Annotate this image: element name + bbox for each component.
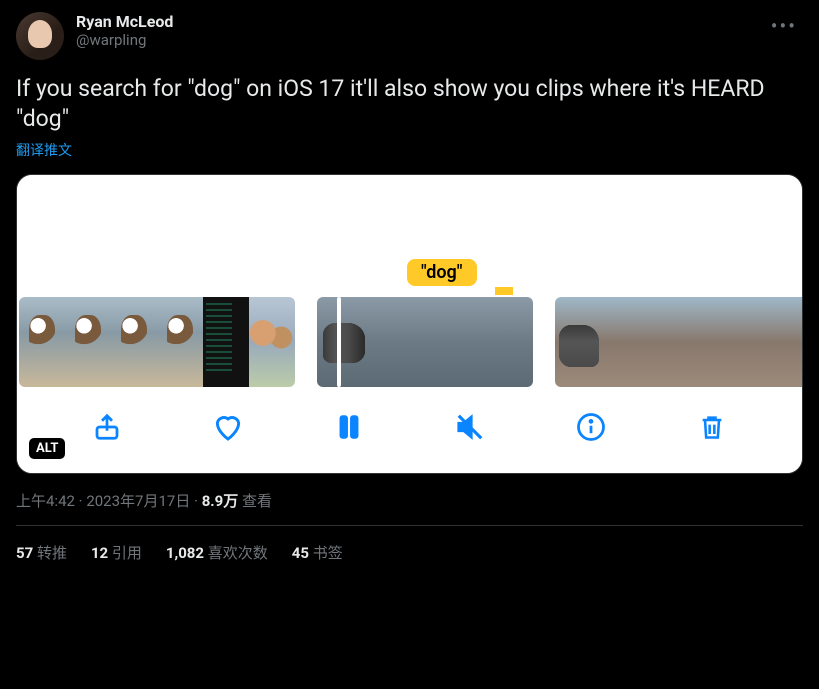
clip-thumbnail [65, 297, 111, 387]
clip-thumbnail [249, 297, 295, 387]
media-whitespace [17, 175, 802, 253]
audio-caption-tag: "dog" [407, 259, 477, 286]
tweet-container: Ryan McLeod @warpling ••• If you search … [0, 0, 819, 575]
likes-stat[interactable]: 1,082 喜欢次数 [166, 542, 268, 563]
avatar[interactable] [16, 12, 64, 60]
heart-icon[interactable] [210, 409, 246, 445]
clip-group-2[interactable] [317, 297, 533, 387]
tweet-timestamp[interactable]: 上午4:42 · 2023年7月17日 · 8.9万 查看 [16, 490, 803, 511]
more-options-icon[interactable]: ••• [771, 14, 797, 38]
share-icon[interactable] [89, 409, 125, 445]
caption-tag-area: "dog" [17, 253, 802, 297]
display-name: Ryan McLeod [76, 12, 803, 31]
clip-thumbnail [111, 297, 157, 387]
translate-link[interactable]: 翻译推文 [16, 140, 803, 160]
views-count: 8.9万 [202, 492, 239, 510]
trash-icon[interactable] [694, 409, 730, 445]
info-icon[interactable] [573, 409, 609, 445]
retweets-stat[interactable]: 57 转推 [16, 542, 67, 563]
clip-thumbnail [603, 297, 651, 387]
clip-thumbnail [203, 297, 249, 387]
tweet-text: If you search for "dog" on iOS 17 it'll … [16, 74, 803, 134]
tweet-stats: 57 转推 12 引用 1,082 喜欢次数 45 书签 [16, 526, 803, 563]
media-attachment[interactable]: "dog" [16, 174, 803, 474]
clip-group-3[interactable] [555, 297, 802, 387]
author-names[interactable]: Ryan McLeod @warpling [76, 12, 803, 49]
video-filmstrip[interactable] [17, 297, 802, 387]
time: 上午4:42 [16, 492, 75, 510]
caption-marker [495, 287, 513, 295]
clip-thumbnail [795, 297, 802, 387]
clip-thumbnail [747, 297, 795, 387]
pause-icon[interactable] [331, 409, 367, 445]
quotes-stat[interactable]: 12 引用 [91, 542, 142, 563]
tweet-header: Ryan McLeod @warpling ••• [16, 12, 803, 60]
clip-group-1[interactable] [19, 297, 295, 387]
clip-thumbnail [699, 297, 747, 387]
handle: @warpling [76, 31, 803, 49]
date: 2023年7月17日 [86, 492, 190, 510]
clip-thumbnail [651, 297, 699, 387]
alt-badge[interactable]: ALT [29, 438, 65, 459]
bookmarks-stat[interactable]: 45 书签 [292, 542, 343, 563]
playhead-indicator[interactable] [337, 297, 341, 387]
clip-thumbnail [19, 297, 65, 387]
clip-thumbnail [425, 297, 479, 387]
media-controls [17, 387, 802, 473]
clip-thumbnail [371, 297, 425, 387]
clip-thumbnail [479, 297, 533, 387]
mute-icon[interactable] [452, 409, 488, 445]
views-label: 查看 [238, 492, 272, 510]
clip-thumbnail [157, 297, 203, 387]
